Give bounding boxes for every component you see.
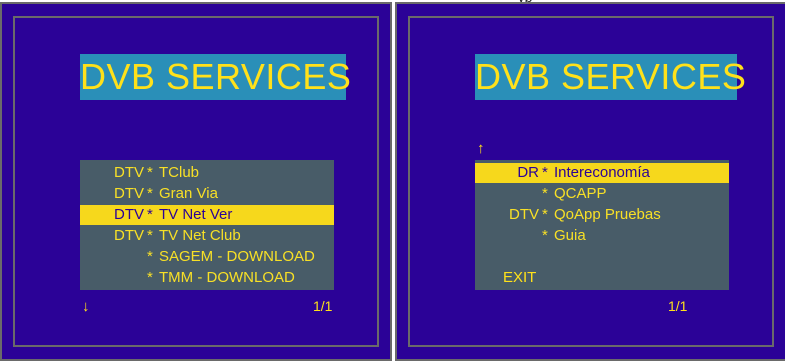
left-service-list: DTV * TClub DTV * Gran Via DTV * TV Net … — [80, 160, 334, 290]
service-type: DTV — [114, 227, 144, 244]
left-screen: DVB SERVICES DTV * TClub DTV * Gran Via … — [0, 2, 392, 361]
service-name: TClub — [159, 164, 200, 181]
service-row-selected[interactable]: DR * Intereconomía — [475, 163, 729, 183]
right-service-list: DR * Intereconomía * QCAPP DTV * QoApp P… — [475, 160, 729, 290]
down-arrow-icon: ↓ — [82, 298, 90, 315]
service-type: DTV — [509, 206, 539, 223]
service-name: Intereconomía — [554, 164, 650, 181]
up-arrow-icon: ↑ — [477, 140, 485, 157]
service-row-selected[interactable]: DTV * TV Net Ver — [80, 205, 334, 225]
service-name: QoApp Pruebas — [554, 206, 661, 223]
favorite-star: * — [147, 248, 153, 265]
favorite-star: * — [542, 164, 548, 181]
exit-option[interactable]: EXIT — [503, 268, 536, 288]
service-name: SAGEM - DOWNLOAD — [159, 248, 315, 265]
service-row[interactable]: * Guia — [475, 226, 729, 246]
service-name: Guia — [554, 227, 586, 244]
service-row[interactable]: DTV * Gran Via — [80, 184, 334, 204]
favorite-star: * — [147, 164, 153, 181]
favorite-star: * — [542, 185, 548, 202]
service-type: DTV — [114, 185, 144, 202]
service-name: TMM - DOWNLOAD — [159, 269, 295, 286]
service-name: TV Net Ver — [159, 206, 233, 223]
service-row[interactable]: DTV * TClub — [80, 163, 334, 183]
favorite-star: * — [147, 227, 153, 244]
service-row[interactable]: * TMM - DOWNLOAD — [80, 268, 334, 288]
right-screen: DVB SERVICES ↑ DR * Intereconomía * QCAP… — [395, 2, 785, 361]
service-row[interactable]: DTV * QoApp Pruebas — [475, 205, 729, 225]
right-title: DVB SERVICES — [475, 54, 746, 100]
favorite-star: * — [147, 206, 153, 223]
favorite-star: * — [147, 185, 153, 202]
favorite-star: * — [542, 227, 548, 244]
service-name: QCAPP — [554, 185, 607, 202]
service-row[interactable]: * SAGEM - DOWNLOAD — [80, 247, 334, 267]
service-row[interactable]: * QCAPP — [475, 184, 729, 204]
left-page-indicator: 1/1 — [313, 298, 333, 314]
service-type: DR — [517, 164, 539, 181]
service-type: DTV — [114, 164, 144, 181]
service-name: Gran Via — [159, 185, 218, 202]
favorite-star: * — [542, 206, 548, 223]
right-page-indicator: 1/1 — [668, 298, 688, 314]
service-name: TV Net Club — [159, 227, 241, 244]
service-type: DTV — [114, 206, 144, 223]
left-title: DVB SERVICES — [80, 54, 351, 100]
favorite-star: * — [147, 269, 153, 286]
service-row[interactable]: DTV * TV Net Club — [80, 226, 334, 246]
